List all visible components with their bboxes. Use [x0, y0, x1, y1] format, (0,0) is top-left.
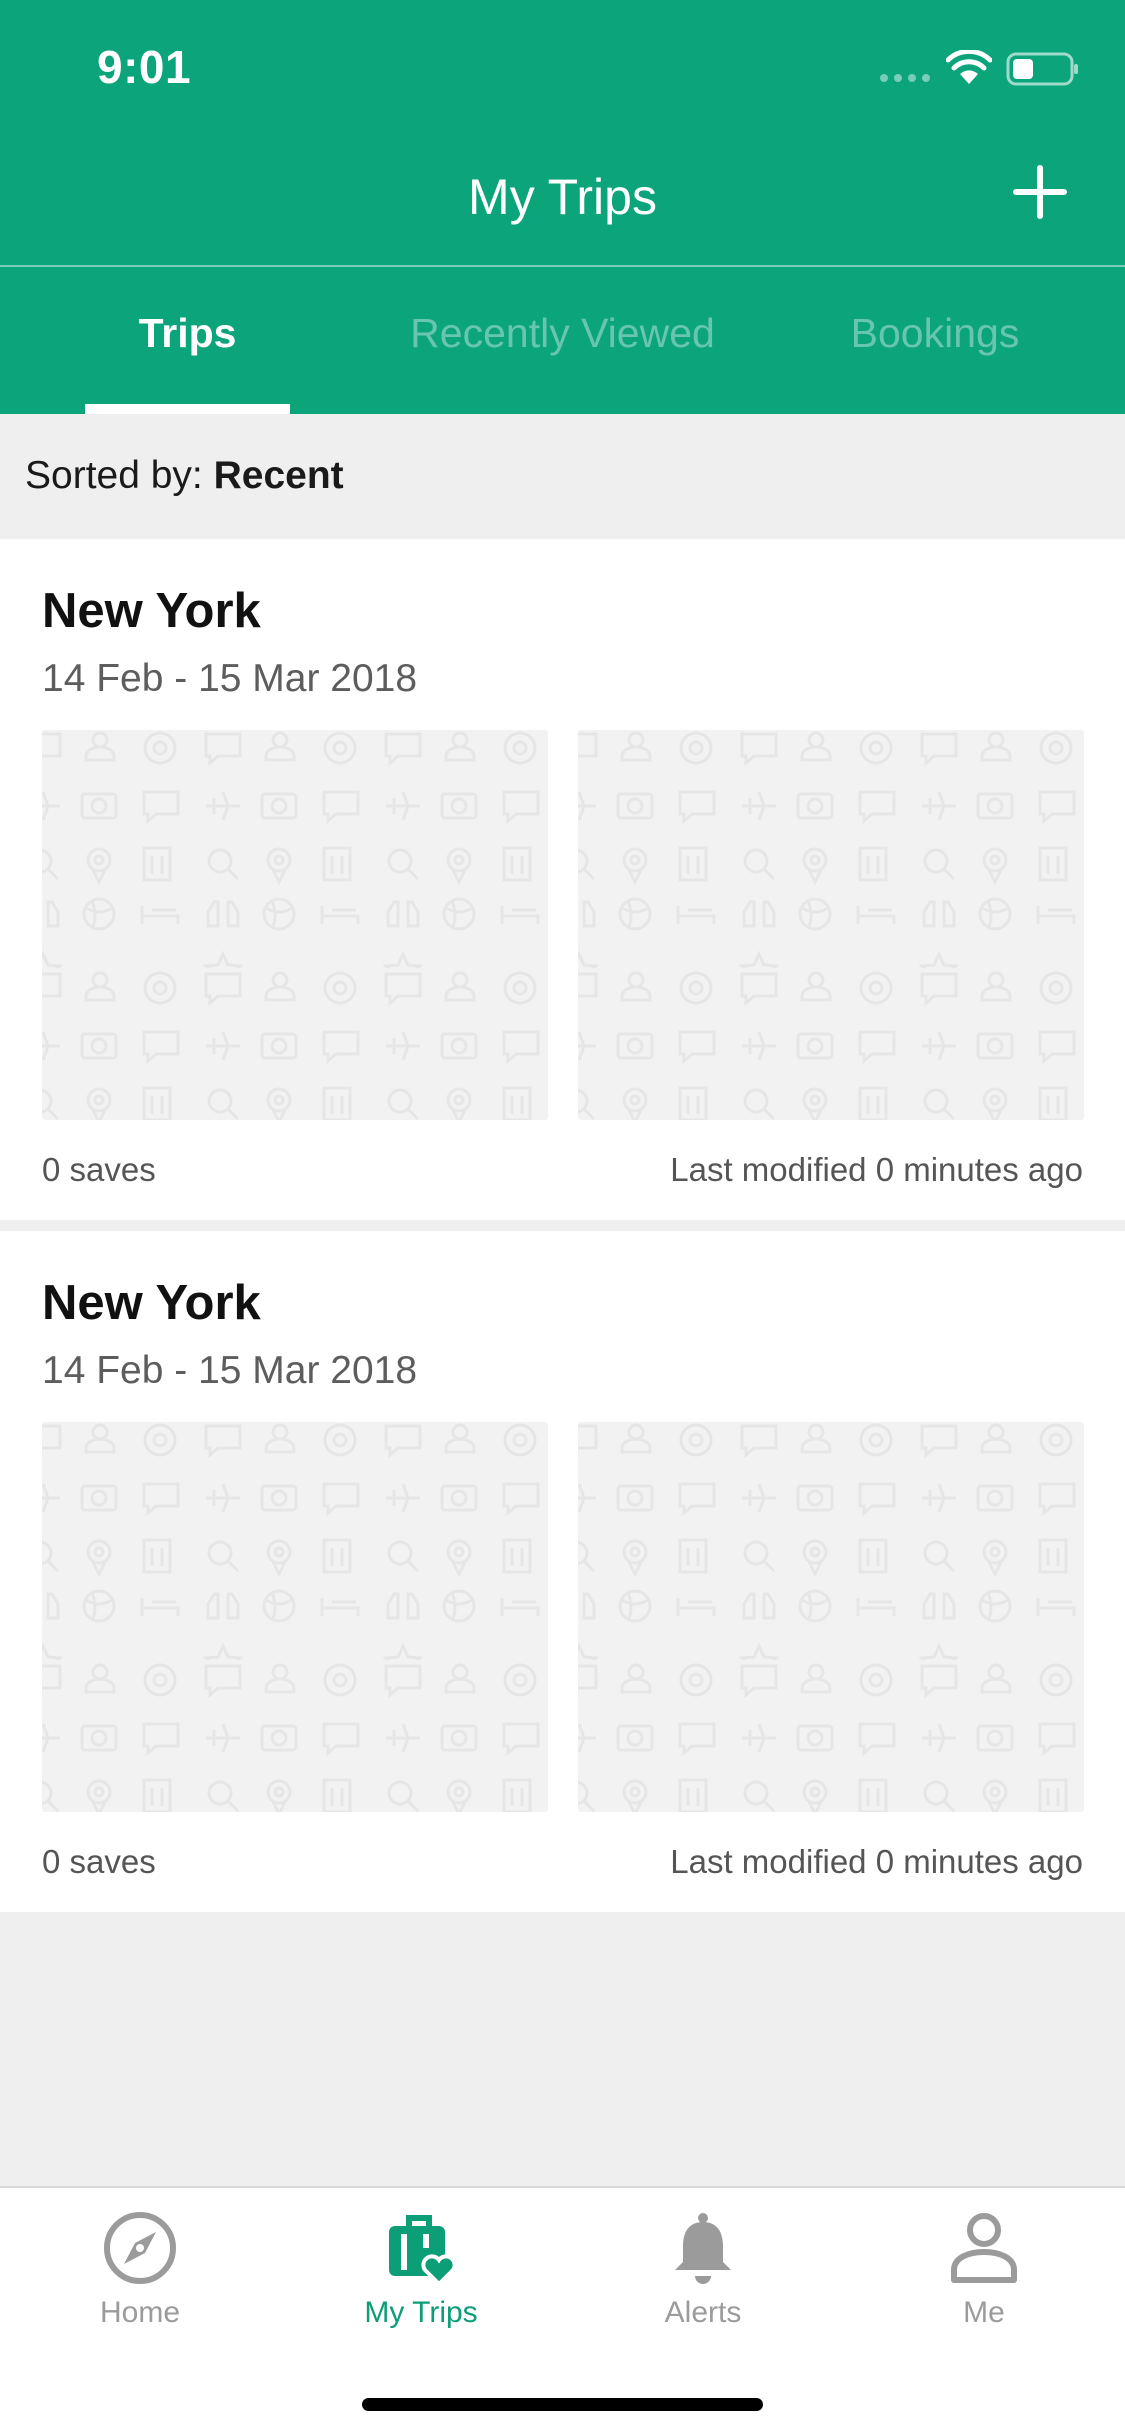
bell-icon — [675, 2213, 731, 2284]
tab-recently-viewed[interactable]: Recently Viewed — [395, 310, 730, 357]
status-time: 9:01 — [97, 41, 192, 93]
trip-dates: 14 Feb - 15 Mar 2018 — [42, 657, 418, 700]
trip-dates: 14 Feb - 15 Mar 2018 — [42, 1349, 418, 1392]
trip-saves-count: 0 saves — [42, 1843, 156, 1880]
tabbar-label-me: Me — [963, 2296, 1005, 2329]
tabbar-label-home: Home — [99, 2296, 181, 2329]
compass-icon — [104, 2212, 176, 2284]
tabbar-label-alerts: Alerts — [664, 2296, 742, 2329]
tabbar-item-my-trips[interactable]: My Trips — [321, 2208, 521, 2330]
status-bar: 9:01 — [0, 0, 1125, 132]
trip-image-placeholder — [578, 730, 1084, 1120]
trip-last-modified: Last modified 0 minutes ago — [670, 1151, 1083, 1188]
sort-selector[interactable]: Sorted by: Recent — [0, 414, 1125, 538]
header-divider — [0, 265, 1125, 267]
person-icon — [951, 2213, 1017, 2283]
cellular-signal-icon — [880, 74, 930, 82]
wifi-icon — [946, 50, 992, 84]
add-trip-button[interactable] — [1010, 162, 1070, 222]
tab-bookings[interactable]: Bookings — [830, 310, 1040, 357]
page-title: My Trips — [468, 169, 657, 225]
trip-image-placeholder — [578, 1422, 1084, 1812]
tabbar-item-home[interactable]: Home — [40, 2208, 240, 2330]
trip-card[interactable]: New York 14 Feb - 15 Mar 2018 0 saves La… — [0, 539, 1125, 1220]
trip-name: New York — [42, 1276, 261, 1330]
trip-image-placeholder — [42, 730, 548, 1120]
suitcase-heart-icon — [389, 2215, 457, 2287]
trip-last-modified: Last modified 0 minutes ago — [670, 1843, 1083, 1880]
tabbar-item-alerts[interactable]: Alerts — [603, 2208, 803, 2330]
active-tab-indicator — [85, 404, 290, 414]
screen: 9:01 My Trips Trips Recently Viewed Book… — [0, 0, 1125, 2436]
trip-name: New York — [42, 584, 261, 638]
tab-trips[interactable]: Trips — [85, 310, 290, 357]
app-header: 9:01 My Trips Trips Recently Viewed Book… — [0, 0, 1125, 414]
tabbar-label-my-trips: My Trips — [364, 2296, 478, 2329]
sort-prefix: Sorted by: — [25, 454, 214, 497]
battery-icon — [1006, 52, 1078, 86]
sort-value: Recent — [213, 454, 344, 497]
tabbar-item-me[interactable]: Me — [884, 2208, 1084, 2330]
trip-card[interactable]: New York 14 Feb - 15 Mar 2018 0 saves La… — [0, 1231, 1125, 1912]
home-indicator[interactable] — [362, 2398, 763, 2411]
sort-label: Sorted by: Recent — [25, 454, 344, 498]
trip-image-placeholder — [42, 1422, 548, 1812]
trip-saves-count: 0 saves — [42, 1151, 156, 1188]
